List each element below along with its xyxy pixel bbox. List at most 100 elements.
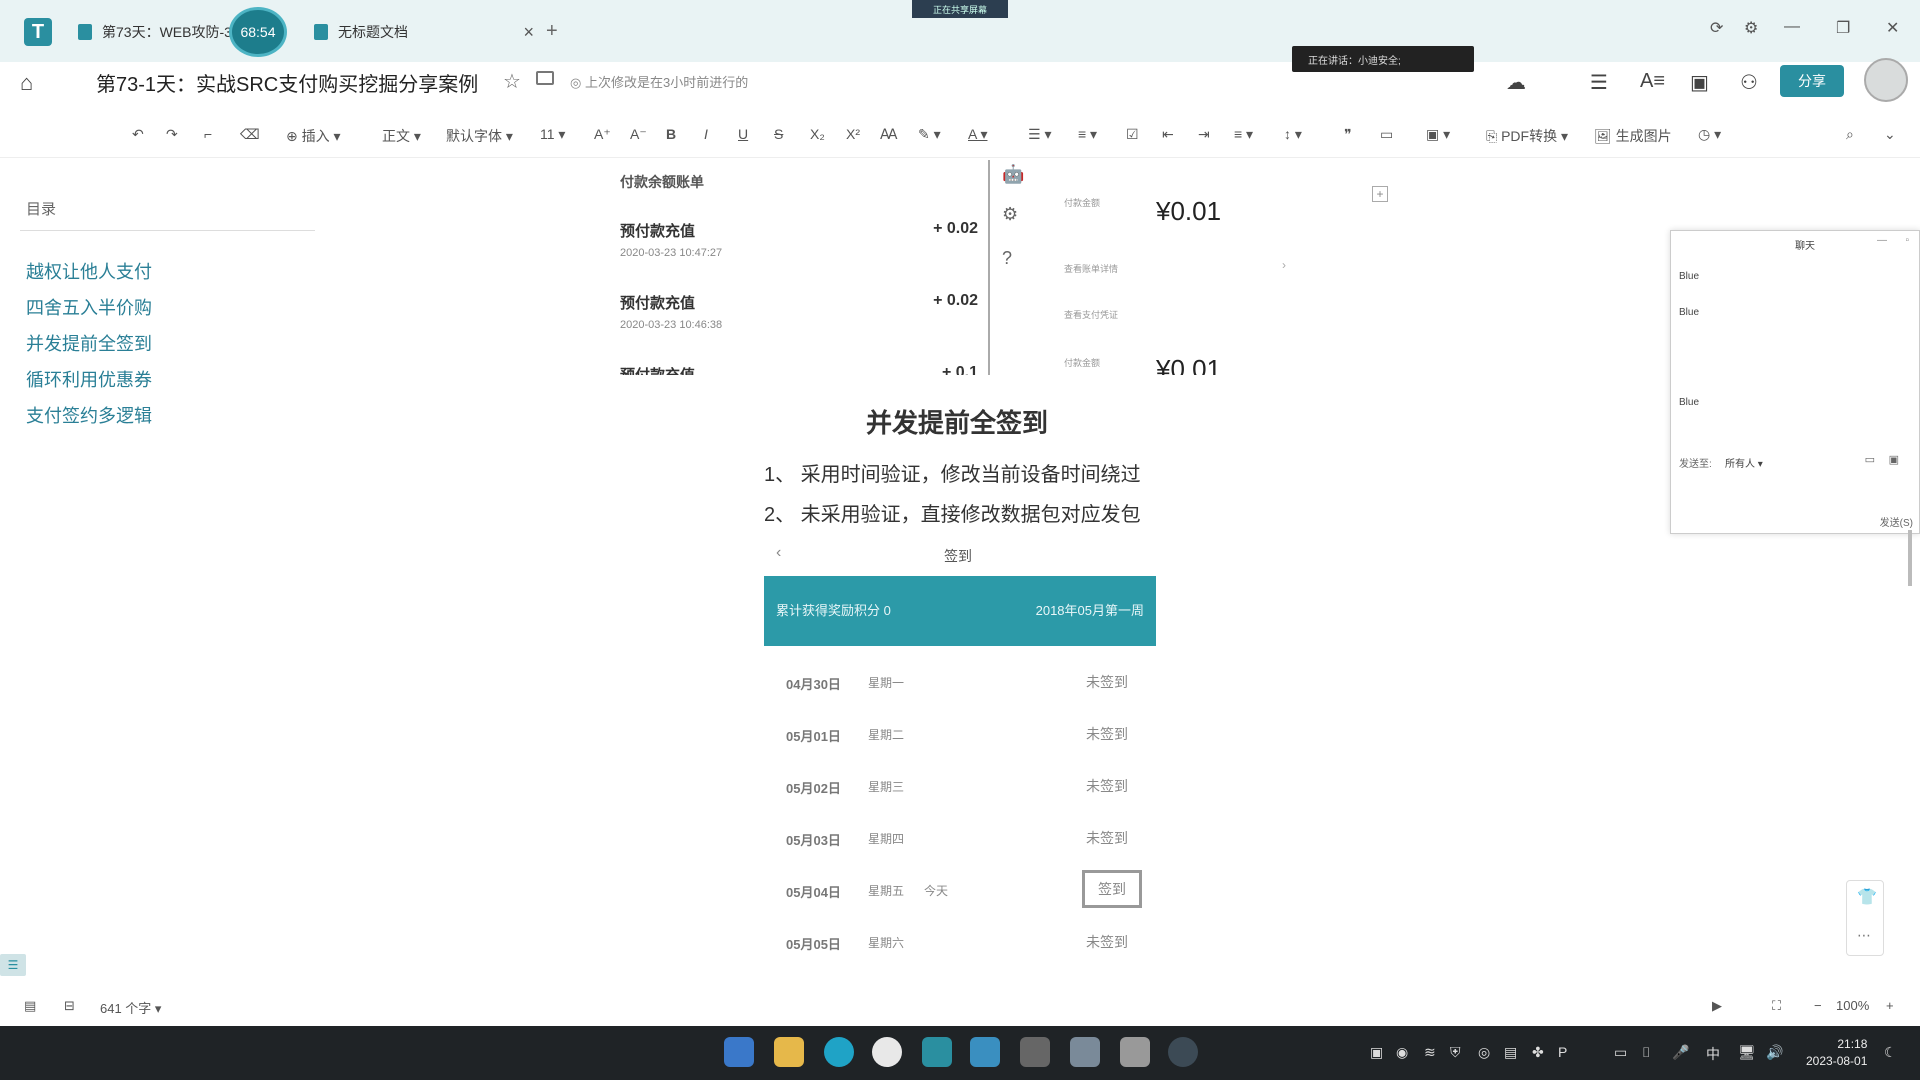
tray-puzzle-icon[interactable]: ✤ <box>1532 1044 1544 1061</box>
strikethrough-icon[interactable]: S <box>774 126 783 142</box>
tray-volume-icon[interactable]: 🔊 <box>1766 1044 1783 1061</box>
align-icon[interactable]: ≡ ▾ <box>1234 126 1253 143</box>
tray-app-icon[interactable]: ▣ <box>1370 1044 1383 1061</box>
maximize-icon[interactable]: ❐ <box>1836 18 1850 38</box>
add-tab-icon[interactable]: + <box>546 20 558 43</box>
tray-usb-icon[interactable]: ⌷ <box>1642 1044 1650 1061</box>
clear-format-icon[interactable]: ⌫ <box>240 126 260 143</box>
play-icon[interactable]: ▶ <box>1712 998 1722 1014</box>
tray-shield-icon[interactable]: ⛨ <box>1450 1044 1461 1061</box>
send-button[interactable]: 发送(S) <box>1880 514 1913 529</box>
tray-camera-icon[interactable]: ◎ <box>1478 1044 1490 1061</box>
folder-icon[interactable] <box>536 71 554 85</box>
maximize-icon[interactable]: ▫ <box>1905 235 1909 246</box>
toc-item-2[interactable]: 四舍五入半价购 <box>26 294 152 320</box>
underline-icon[interactable]: U <box>738 126 748 142</box>
chevron-down-icon[interactable]: ⌄ <box>1884 126 1896 143</box>
quote-icon[interactable]: ❞ <box>1344 126 1352 143</box>
terminal-icon[interactable] <box>1020 1037 1050 1067</box>
minimize-icon[interactable]: — <box>1877 235 1887 246</box>
print-layout-icon[interactable]: ⊟ <box>64 998 75 1014</box>
tray-network-icon[interactable]: 🖥 <box>1738 1044 1756 1061</box>
settings-icon[interactable]: ⚙ <box>1744 18 1758 38</box>
zoom-out-icon[interactable]: − <box>1814 998 1822 1013</box>
bold-icon[interactable]: B <box>666 126 676 142</box>
monitor-app-icon[interactable] <box>1168 1037 1198 1067</box>
font-color-icon[interactable]: A ▾ <box>968 126 987 143</box>
outdent-icon[interactable]: ⇤ <box>1162 126 1174 143</box>
pdf-convert-button[interactable]: ⎘ PDF转换 ▾ <box>1486 126 1568 146</box>
add-comment-icon[interactable]: + <box>1372 186 1388 202</box>
italic-icon[interactable]: I <box>704 126 708 142</box>
ime-indicator[interactable]: 中 <box>1706 1044 1720 1064</box>
meeting-app-icon[interactable] <box>970 1037 1000 1067</box>
fullscreen-icon[interactable]: ⛶ <box>1772 998 1781 1014</box>
chrome-icon[interactable] <box>872 1037 902 1067</box>
text-effect-icon[interactable]: Ꜳ <box>880 126 898 143</box>
toc-item-4[interactable]: 循环利用优惠券 <box>26 366 152 392</box>
outline-toggle-icon[interactable]: ☰ <box>0 954 26 976</box>
scrollbar[interactable] <box>1908 530 1912 586</box>
font-size-icon[interactable]: A≡ <box>1640 70 1665 93</box>
file-explorer-icon[interactable] <box>774 1037 804 1067</box>
toc-item-3[interactable]: 并发提前全签到 <box>26 330 152 356</box>
zoom-level[interactable]: 100% <box>1836 998 1869 1013</box>
highlight-icon[interactable]: ✎ ▾ <box>918 126 941 143</box>
cloud-icon[interactable]: ☁ <box>1506 70 1526 95</box>
send-to-select[interactable]: 所有人 ▾ <box>1725 455 1763 470</box>
toc-item-1[interactable]: 越权让他人支付 <box>26 258 152 284</box>
insert-button[interactable]: ⊕ 插入 ▾ <box>286 126 341 146</box>
start-icon[interactable] <box>724 1037 754 1067</box>
shrink-font-icon[interactable]: A⁻ <box>630 126 647 143</box>
network-app-icon[interactable] <box>1070 1037 1100 1067</box>
divider-icon[interactable]: ▭ <box>1380 126 1393 143</box>
line-spacing-icon[interactable]: ↕ ▾ <box>1284 126 1302 143</box>
superscript-icon[interactable]: X² <box>846 126 860 142</box>
undo-icon[interactable]: ↶ <box>132 126 144 143</box>
more-dots-icon[interactable]: ⋯ <box>1857 927 1871 944</box>
docs-app-icon[interactable] <box>922 1037 952 1067</box>
redo-icon[interactable]: ↷ <box>166 126 178 143</box>
tool-app-icon[interactable] <box>1120 1037 1150 1067</box>
bullet-list-icon[interactable]: ☰ ▾ <box>1028 126 1051 143</box>
word-count[interactable]: 641 个字 ▾ <box>100 998 161 1017</box>
home-icon[interactable]: ⌂ <box>20 70 33 96</box>
tray-docs-icon[interactable]: ▤ <box>1504 1044 1517 1061</box>
notification-icon[interactable]: ☾ <box>1884 1044 1897 1061</box>
close-window-icon[interactable]: ✕ <box>1886 18 1899 38</box>
more-icon[interactable]: ◷ ▾ <box>1698 126 1721 143</box>
star-icon[interactable]: ☆ <box>503 69 521 94</box>
edge-icon[interactable] <box>824 1037 854 1067</box>
menu-icon[interactable]: ☰ <box>1590 70 1608 95</box>
minimize-icon[interactable]: — <box>1784 18 1800 36</box>
paragraph-style-select[interactable]: 正文 ▾ <box>382 126 421 146</box>
refresh-icon[interactable]: ⟳ <box>1710 18 1723 38</box>
tray-p-icon[interactable]: P <box>1558 1044 1567 1060</box>
screenshot-icon[interactable]: ▣ <box>1889 453 1899 466</box>
file-icon[interactable]: ▭ <box>1865 453 1875 466</box>
close-tab-icon[interactable]: × <box>523 22 534 43</box>
search-icon[interactable]: ⌕ <box>1846 126 1854 143</box>
tray-mic-icon[interactable]: 🎤 <box>1672 1044 1689 1061</box>
doc-title[interactable]: 第73-1天：实战SRC支付购买挖掘分享案例 <box>96 68 478 97</box>
tray-wifi-icon[interactable]: ≋ <box>1424 1044 1436 1061</box>
outline-icon[interactable]: ▤ <box>24 998 36 1014</box>
avatar[interactable] <box>1864 58 1908 102</box>
format-painter-icon[interactable]: ⌐ <box>204 126 212 142</box>
grow-font-icon[interactable]: A⁺ <box>594 126 611 143</box>
tab-untitled[interactable]: 无标题文档 × <box>314 14 534 50</box>
collaborator-icon[interactable]: ⚇ <box>1740 70 1758 95</box>
zoom-in-icon[interactable]: + <box>1886 998 1894 1013</box>
system-clock[interactable]: 21:18 2023-08-01 <box>1806 1036 1867 1070</box>
numbered-list-icon[interactable]: ≡ ▾ <box>1078 126 1097 143</box>
font-select[interactable]: 默认字体 ▾ <box>446 126 513 146</box>
shirt-icon[interactable]: 👕 <box>1857 887 1877 907</box>
tray-display-icon[interactable]: ▭ <box>1614 1044 1627 1061</box>
toc-item-5[interactable]: 支付签约多逻辑 <box>26 402 152 428</box>
share-button[interactable]: 分享 <box>1780 65 1844 97</box>
present-icon[interactable]: ▣ <box>1690 70 1709 95</box>
checkbox-icon[interactable]: ☑ <box>1126 126 1139 143</box>
image-insert-icon[interactable]: ▣ ▾ <box>1426 126 1450 143</box>
font-size-select[interactable]: 11 ▾ <box>540 126 565 143</box>
tray-globe-icon[interactable]: ◉ <box>1396 1044 1408 1061</box>
